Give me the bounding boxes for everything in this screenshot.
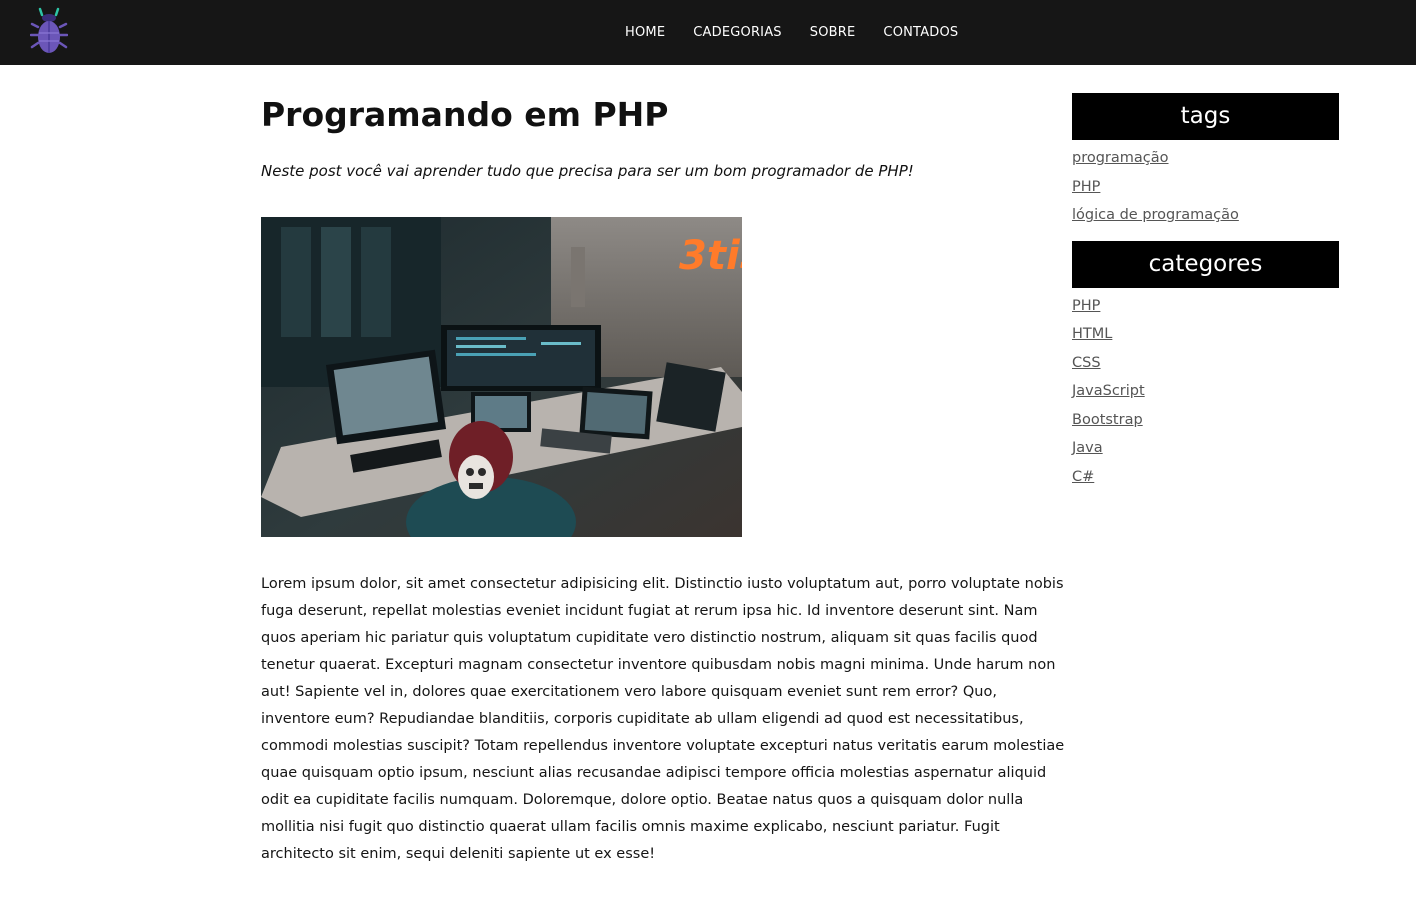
nav-about-link[interactable]: SOBRE — [810, 25, 856, 40]
nav-categories-link[interactable]: CADEGORIAS — [693, 25, 782, 40]
category-link[interactable]: HTML — [1072, 326, 1112, 342]
post-body-text: Lorem ipsum dolor, sit amet consectetur … — [261, 576, 1065, 862]
nav-contacts-link[interactable]: CONTADOS — [883, 25, 958, 40]
list-item: lógica de programação — [1072, 205, 1339, 234]
tags-heading: tags — [1072, 93, 1339, 140]
post-content: Programando em PHP Neste post você vai a… — [261, 65, 1066, 868]
list-item: PHP — [1072, 296, 1339, 325]
tags-section: tags programação PHP lógica de programaç… — [1072, 93, 1339, 241]
tag-link[interactable]: PHP — [1072, 179, 1100, 195]
post-subtitle: Neste post você vai aprender tudo que pr… — [261, 162, 914, 180]
list-item: Java — [1072, 438, 1339, 467]
categories-section: categores PHP HTML CSS JavaScript Bootst… — [1072, 240, 1339, 503]
category-link[interactable]: Bootstrap — [1072, 412, 1143, 428]
list-item: C# — [1072, 467, 1339, 496]
list-item: programação — [1072, 148, 1339, 177]
tag-link[interactable]: lógica de programação — [1072, 207, 1239, 223]
category-link[interactable]: JavaScript — [1072, 383, 1145, 399]
categories-heading: categores — [1072, 240, 1339, 288]
list-item: CSS — [1072, 353, 1339, 382]
list-item: JavaScript — [1072, 381, 1339, 410]
post-title: Programando em PHP — [261, 95, 669, 134]
category-link[interactable]: C# — [1072, 469, 1094, 485]
category-link[interactable]: CSS — [1072, 355, 1101, 371]
post-image: 3ti5 — [261, 217, 742, 537]
category-link[interactable]: PHP — [1072, 298, 1100, 314]
category-link[interactable]: Java — [1072, 440, 1103, 456]
bug-icon[interactable] — [30, 7, 68, 57]
nav-home-link[interactable]: HOME — [625, 25, 665, 40]
main-nav: HOME CADEGORIAS SOBRE CONTADOS — [625, 0, 958, 65]
list-item: PHP — [1072, 177, 1339, 206]
tags-list: programação PHP lógica de programação — [1072, 140, 1339, 241]
categories-list: PHP HTML CSS JavaScript Bootstrap Java C… — [1072, 288, 1339, 503]
tag-link[interactable]: programação — [1072, 150, 1169, 166]
top-navbar: HOME CADEGORIAS SOBRE CONTADOS — [0, 0, 1416, 65]
list-item: Bootstrap — [1072, 410, 1339, 439]
list-item: HTML — [1072, 324, 1339, 353]
sidebar: tags programação PHP lógica de programaç… — [1072, 93, 1339, 502]
svg-text:3ti5: 3ti5 — [679, 233, 742, 279]
